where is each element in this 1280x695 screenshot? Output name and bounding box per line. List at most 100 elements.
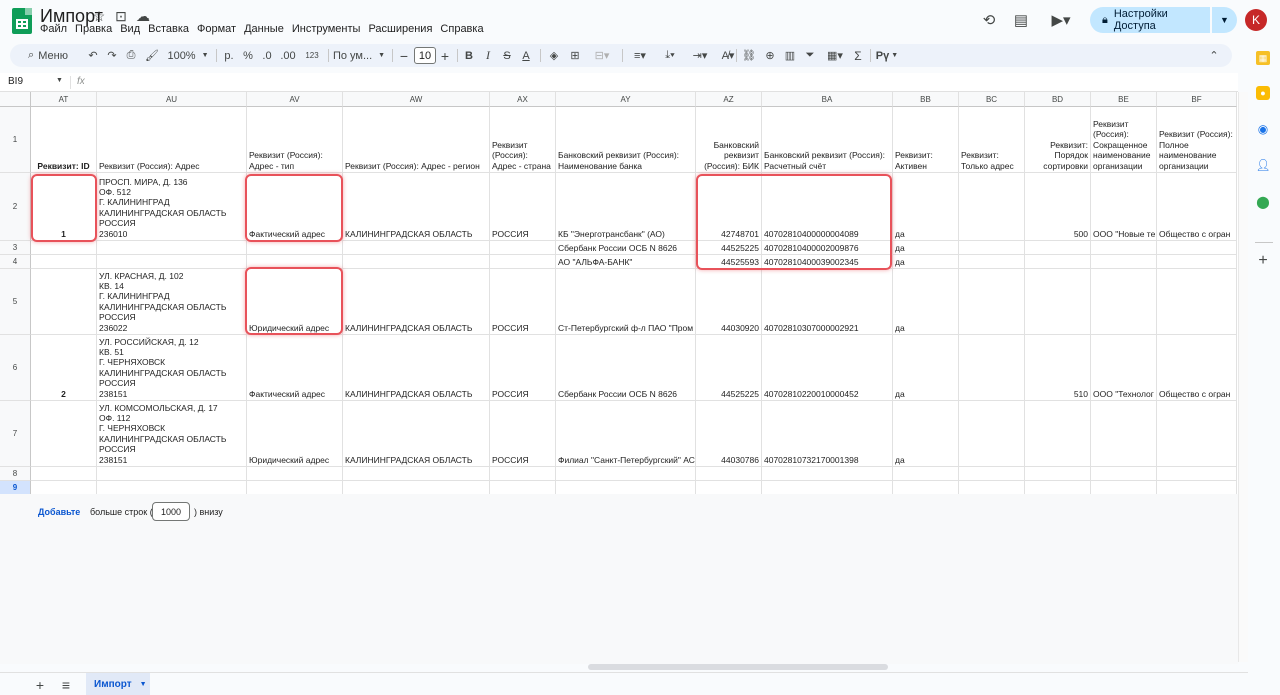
table-cell[interactable] [696,467,762,481]
header-cell[interactable]: Реквизит (Россия): Сокращенное наименова… [1091,107,1157,173]
header-cell[interactable]: Банковский реквизит (Россия): Расчетный … [762,107,893,173]
row-header-8[interactable]: 8 [0,467,31,481]
print-icon[interactable]: ⎙ [123,44,139,67]
table-cell[interactable] [1091,481,1157,494]
table-cell[interactable] [31,241,97,255]
table-cell[interactable]: 40702810400000004089 [762,173,893,241]
header-cell[interactable]: Реквизит: Активен [893,107,959,173]
sheets-logo-icon[interactable] [12,8,32,34]
menu-view[interactable]: Вид [116,23,144,35]
table-cell[interactable] [1157,481,1237,494]
table-cell[interactable]: Сбербанк России ОСБ N 8626 [556,241,696,255]
header-cell[interactable]: Банковский реквизит (Россия): БИК [696,107,762,173]
table-cell[interactable] [959,241,1025,255]
table-cell[interactable]: Общество с огран [1157,173,1237,241]
horizontal-scrollbar-thumb[interactable] [588,664,888,670]
contacts-icon[interactable]: 👤︎ [1255,158,1270,172]
table-cell[interactable] [247,255,343,269]
table-cell[interactable]: Общество с огран [1157,335,1237,401]
table-cell[interactable]: 44525593 [696,255,762,269]
table-cell[interactable] [893,481,959,494]
increase-font-size-icon[interactable]: + [439,44,451,67]
table-cell[interactable]: Ст-Петербургский ф-л ПАО "Пром [556,269,696,335]
column-header-bb[interactable]: BB [893,92,959,107]
sheet-tab[interactable]: Импорт ▼ [86,673,150,695]
table-cell[interactable] [1157,467,1237,481]
table-cell[interactable] [1091,401,1157,467]
table-cell[interactable] [97,241,247,255]
meet-icon[interactable]: ▶▾ [1046,8,1076,32]
table-cell[interactable]: 2 [31,335,97,401]
share-button[interactable]: 🔒︎ Настройки Доступа [1090,7,1210,33]
table-cell[interactable]: да [893,173,959,241]
table-cell[interactable] [343,241,490,255]
table-cell[interactable]: 1 [31,173,97,241]
insert-chart-icon[interactable]: ▥ [782,44,798,67]
header-cell[interactable]: Реквизит: Только адрес [959,107,1025,173]
table-cell[interactable]: 42748701 [696,173,762,241]
calendar-icon[interactable]: ▦ [1256,51,1270,65]
table-cell[interactable] [490,481,556,494]
table-cell[interactable] [490,255,556,269]
header-cell[interactable]: Банковский реквизит (Россия): Наименован… [556,107,696,173]
add-rows-button[interactable]: Добавьте [38,507,80,517]
column-header-bc[interactable]: BC [959,92,1025,107]
header-cell[interactable]: Реквизит: ID [31,107,97,173]
table-cell[interactable] [1025,269,1091,335]
table-cell[interactable]: РОССИЯ [490,401,556,467]
column-header-ay[interactable]: AY [556,92,696,107]
table-cell[interactable]: КАЛИНИНГРАДСКАЯ ОБЛАСТЬ [343,173,490,241]
maps-icon[interactable]: ⬤ [1256,195,1270,209]
table-cell[interactable] [1025,241,1091,255]
table-cell[interactable] [556,467,696,481]
share-dropdown-icon[interactable]: ▼ [1212,7,1237,33]
font-size-input[interactable]: 10 [414,47,436,64]
table-cell[interactable]: 44525225 [696,241,762,255]
table-cell[interactable]: ПРОСП. МИРА, Д. 136 ОФ. 512 Г. КАЛИНИНГР… [97,173,247,241]
table-cell[interactable] [959,467,1025,481]
column-header-be[interactable]: BE [1091,92,1157,107]
table-cell[interactable]: да [893,269,959,335]
menu-edit[interactable]: Правка [71,23,116,35]
bold-button[interactable]: B [462,44,476,67]
table-cell[interactable] [31,481,97,494]
filter-icon[interactable]: ⏷ [802,44,818,67]
chevron-down-icon[interactable]: ▼ [56,77,63,84]
currency-format-button[interactable]: р. [222,44,236,67]
increase-decimal-button[interactable]: .00 [278,44,298,67]
filter-views-icon[interactable]: ▦▾ [822,44,848,67]
table-cell[interactable] [1157,401,1237,467]
table-cell[interactable] [959,481,1025,494]
menu-format[interactable]: Формат [193,23,240,35]
table-cell[interactable] [31,269,97,335]
table-cell[interactable]: КАЛИНИНГРАДСКАЯ ОБЛАСТЬ [343,401,490,467]
table-cell[interactable]: ООО "Технолог [1091,335,1157,401]
table-cell[interactable] [1091,467,1157,481]
version-history-icon[interactable]: ⟲ [977,8,1001,32]
menu-insert[interactable]: Вставка [144,23,193,35]
all-sheets-icon[interactable]: ≡ [56,675,76,695]
table-cell[interactable]: 510 [1025,335,1091,401]
input-tools-button[interactable]: Рү ▼ [874,44,900,67]
table-cell[interactable]: 44030920 [696,269,762,335]
select-all-corner[interactable] [0,92,31,107]
add-sheet-icon[interactable]: + [30,675,50,695]
header-cell[interactable]: Реквизит (Россия): Полное наименование о… [1157,107,1237,173]
menu-tools[interactable]: Инструменты [288,23,365,35]
table-cell[interactable] [959,335,1025,401]
table-cell[interactable] [959,255,1025,269]
row-header-2[interactable]: 2 [0,173,31,241]
table-cell[interactable]: РОССИЯ [490,269,556,335]
comments-icon[interactable]: ▤ [1009,8,1033,32]
chevron-down-icon[interactable]: ▼ [140,681,147,688]
column-header-au[interactable]: AU [97,92,247,107]
table-cell[interactable] [31,255,97,269]
table-cell[interactable]: УЛ. КОМСОМОЛЬСКАЯ, Д. 17 ОФ. 112 Г. ЧЕРН… [97,401,247,467]
table-cell[interactable] [31,401,97,467]
column-header-ba[interactable]: BA [762,92,893,107]
text-wrapping-icon[interactable]: ⇥▾ [686,44,714,67]
table-cell[interactable] [1091,255,1157,269]
italic-button[interactable]: I [481,44,495,67]
strikethrough-button[interactable]: S [500,44,514,67]
column-header-ax[interactable]: AX [490,92,556,107]
